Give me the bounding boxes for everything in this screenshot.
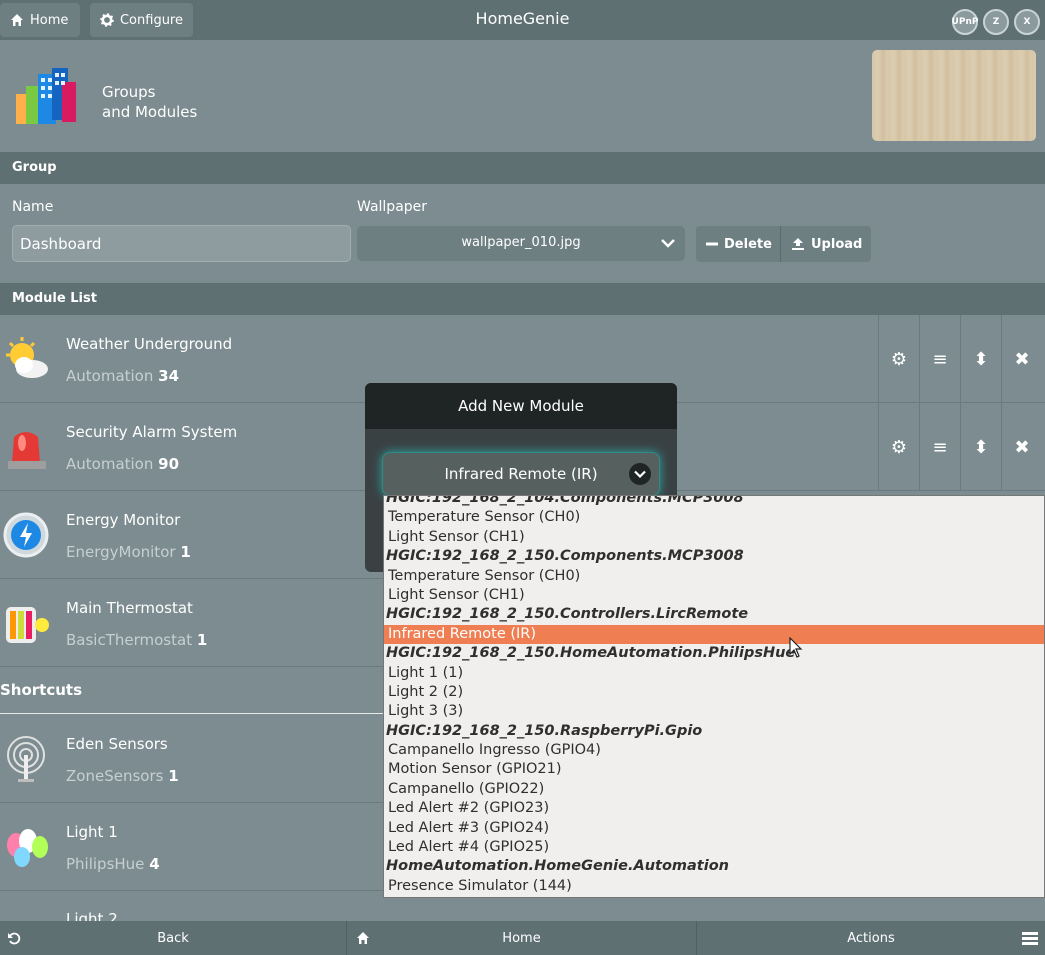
gear-icon: ⚙ — [890, 436, 908, 458]
gear-icon: ⚙ — [890, 348, 908, 370]
menu-button[interactable]: ≡ — [919, 403, 960, 491]
upload-icon — [792, 238, 804, 250]
module-type: BasicThermostat 1 — [66, 631, 208, 649]
menu-icon: ≡ — [932, 348, 948, 370]
dialog-title: Add New Module — [365, 383, 677, 429]
dropdown-group-header: HGIC:192_168_2_104.Components.MCP3008 — [386, 495, 744, 506]
group-section-header: Group — [0, 152, 1045, 184]
shortcut-name: Eden Sensors — [66, 735, 168, 753]
app-title: HomeGenie — [475, 9, 570, 28]
weather-icon — [6, 337, 48, 378]
module-list-header: Module List — [0, 283, 1045, 315]
dropdown-option[interactable]: Temperature Sensor (CH0) — [384, 567, 1044, 586]
chevron-down-icon — [629, 463, 651, 485]
page-header: Groups and Modules — [0, 40, 1045, 152]
dropdown-option[interactable]: Light Sensor (CH1) — [384, 528, 1044, 547]
chevron-down-icon — [661, 239, 675, 248]
module-type: Automation 90 — [66, 455, 180, 473]
module-dropdown-list[interactable]: HGIC:192_168_2_104.Components.MCP3008 Tem… — [383, 495, 1045, 898]
close-icon: ✖ — [1014, 436, 1030, 458]
mouse-cursor-icon — [789, 637, 803, 658]
wallpaper-preview — [872, 50, 1036, 141]
shortcuts-header: Shortcuts — [0, 667, 390, 714]
module-type: EnergyMonitor 1 — [66, 543, 191, 561]
dropdown-option[interactable]: Infrared Remote (IR) — [384, 624, 1044, 645]
dropdown-option[interactable]: Campanello Ingresso (GPIO4) — [384, 741, 1044, 760]
upnp-icon[interactable]: UPnP — [952, 9, 978, 35]
dropdown-group-header: HGIC:192_168_2_150.Components.MCP3008 — [386, 548, 744, 565]
buildings-icon — [16, 68, 76, 124]
dropdown-group-header: HGIC:192_168_2_150.HomeAutomation.Philip… — [386, 645, 796, 662]
module-type-select[interactable]: Infrared Remote (IR) — [382, 452, 660, 496]
dropdown-option[interactable]: Led Alert #4 (GPIO25) — [384, 838, 1044, 857]
module-name: Security Alarm System — [66, 423, 238, 441]
list-menu-icon — [1022, 932, 1038, 945]
antenna-icon — [7, 736, 45, 782]
dropdown-option[interactable]: Led Alert #3 (GPIO24) — [384, 819, 1044, 838]
dropdown-group-header: HGIC:192_168_2_150.RaspberryPi.Gpio — [386, 722, 703, 739]
group-name-input[interactable] — [12, 225, 351, 262]
reorder-button[interactable]: ⬍ — [960, 315, 1001, 403]
dropdown-option[interactable]: Campanello (GPIO22) — [384, 780, 1044, 799]
shortcut-name: Light 1 — [66, 823, 118, 841]
dropdown-option[interactable]: Light 2 (2) — [384, 683, 1044, 702]
dropdown-option[interactable]: Presence Simulator (144) — [384, 877, 1044, 896]
color-bulbs-icon — [7, 829, 48, 867]
module-actions: ⚙ ≡ ⬍ ✖ — [878, 315, 1042, 403]
name-label: Name — [12, 199, 54, 215]
x10-icon[interactable]: X — [1014, 9, 1040, 35]
module-name: Energy Monitor — [66, 511, 181, 529]
bottom-home-button[interactable]: Home — [347, 921, 697, 955]
sort-icon: ⬍ — [973, 436, 989, 458]
bottom-bar: Back Home Actions — [0, 921, 1045, 955]
shortcut-type: PhilipsHue 4 — [66, 855, 160, 873]
settings-button[interactable]: ⚙ — [878, 315, 919, 403]
menu-icon: ≡ — [932, 436, 948, 458]
undo-icon — [8, 932, 21, 945]
delete-button[interactable]: Delete — [696, 226, 781, 262]
dropdown-group-header: HGIC:192_168_2_150.Controllers.LircRemot… — [386, 606, 749, 623]
dropdown-option[interactable]: Temperature Sensor (CH0) — [384, 508, 1044, 527]
close-icon: ✖ — [1014, 348, 1030, 370]
page-title: Groups and Modules — [102, 83, 198, 121]
menu-button[interactable]: ≡ — [919, 315, 960, 403]
group-action-buttons: Delete Upload — [696, 226, 871, 262]
back-button[interactable]: Back — [0, 921, 347, 955]
remove-button[interactable]: ✖ — [1001, 315, 1042, 403]
module-name: Weather Underground — [66, 335, 233, 353]
thermostat-icon — [6, 607, 49, 643]
actions-button[interactable]: Actions — [697, 921, 1045, 955]
top-bar: Home Configure HomeGenie UPnP Z X — [0, 0, 1045, 40]
dropdown-option[interactable]: Motion Sensor (GPIO21) — [384, 760, 1044, 779]
module-type: Automation 34 — [66, 367, 180, 385]
minus-icon — [706, 242, 718, 246]
home-icon — [357, 932, 369, 944]
dropdown-option[interactable]: Led Alert #2 (GPIO23) — [384, 799, 1044, 818]
remove-button[interactable]: ✖ — [1001, 403, 1042, 491]
dropdown-option[interactable]: Light Sensor (CH1) — [384, 586, 1044, 605]
dropdown-options: HGIC:192_168_2_104.Components.MCP3008 Tem… — [384, 495, 1044, 896]
zwave-icon[interactable]: Z — [983, 9, 1009, 35]
wallpaper-select[interactable]: wallpaper_010.jpg — [357, 226, 685, 261]
energy-meter-icon — [3, 512, 49, 558]
wallpaper-label: Wallpaper — [357, 199, 428, 215]
settings-button[interactable]: ⚙ — [878, 403, 919, 491]
dropdown-option[interactable]: Light 1 (1) — [384, 664, 1044, 683]
reorder-button[interactable]: ⬍ — [960, 403, 1001, 491]
dropdown-group-header: HomeAutomation.HomeGenie.Automation — [386, 858, 729, 875]
module-actions: ⚙ ≡ ⬍ ✖ — [878, 403, 1042, 491]
dropdown-option[interactable]: Light 3 (3) — [384, 702, 1044, 721]
sort-icon: ⬍ — [973, 348, 989, 370]
alarm-siren-icon — [8, 432, 46, 469]
module-name: Main Thermostat — [66, 599, 193, 617]
shortcut-type: ZoneSensors 1 — [66, 767, 179, 785]
group-settings: Name Wallpaper wallpaper_010.jpg Delete … — [0, 185, 1045, 283]
upload-button[interactable]: Upload — [781, 226, 871, 262]
